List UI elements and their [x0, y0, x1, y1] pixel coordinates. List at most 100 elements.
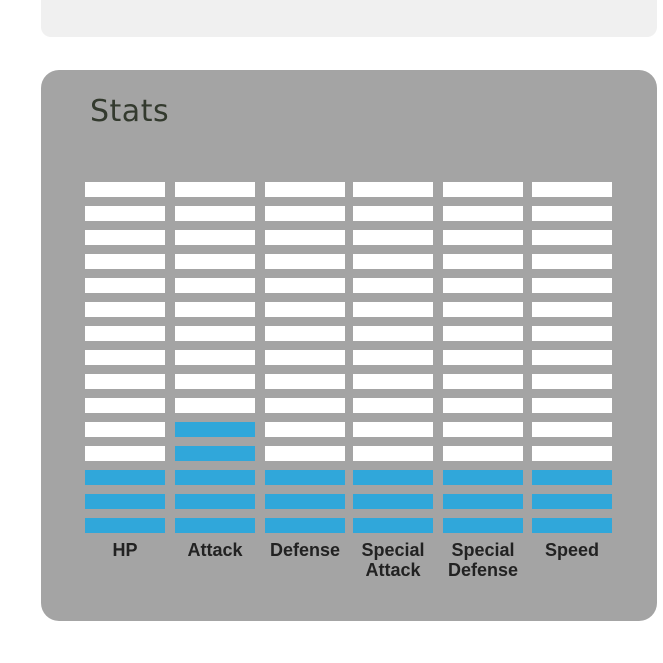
empty-segment — [353, 182, 433, 197]
filled-segment — [175, 470, 255, 485]
empty-segment — [175, 182, 255, 197]
empty-segment — [532, 182, 612, 197]
empty-segment — [175, 374, 255, 389]
filled-segment — [443, 518, 523, 533]
empty-segment — [265, 206, 345, 221]
filled-segment — [443, 494, 523, 509]
stat-bar-attack — [175, 182, 255, 542]
empty-segment — [353, 254, 433, 269]
filled-segment — [532, 518, 612, 533]
empty-segment — [443, 230, 523, 245]
stat-bar-special-attack — [353, 182, 433, 542]
filled-segment — [85, 518, 165, 533]
empty-segment — [443, 446, 523, 461]
empty-segment — [265, 350, 345, 365]
stat-label: Speed — [544, 540, 600, 560]
empty-segment — [85, 422, 165, 437]
empty-segment — [265, 254, 345, 269]
empty-segment — [353, 398, 433, 413]
empty-segment — [265, 398, 345, 413]
empty-segment — [443, 374, 523, 389]
empty-segment — [353, 326, 433, 341]
empty-segment — [532, 326, 612, 341]
empty-segment — [532, 230, 612, 245]
empty-segment — [265, 326, 345, 341]
empty-segment — [85, 182, 165, 197]
empty-segment — [353, 230, 433, 245]
empty-segment — [353, 350, 433, 365]
stat-bar-hp — [85, 182, 165, 542]
empty-segment — [532, 446, 612, 461]
empty-segment — [532, 278, 612, 293]
empty-segment — [265, 230, 345, 245]
empty-segment — [175, 350, 255, 365]
empty-segment — [265, 278, 345, 293]
empty-segment — [85, 374, 165, 389]
empty-segment — [532, 302, 612, 317]
empty-segment — [353, 206, 433, 221]
filled-segment — [265, 494, 345, 509]
empty-segment — [265, 374, 345, 389]
stat-bar-special-defense — [443, 182, 523, 542]
empty-segment — [265, 422, 345, 437]
stat-label: Special Attack — [361, 540, 425, 580]
previous-card — [41, 0, 657, 37]
empty-segment — [175, 206, 255, 221]
empty-segment — [175, 230, 255, 245]
empty-segment — [532, 206, 612, 221]
empty-segment — [353, 446, 433, 461]
empty-segment — [85, 206, 165, 221]
stat-label: Special Defense — [447, 540, 519, 580]
empty-segment — [85, 278, 165, 293]
empty-segment — [85, 302, 165, 317]
empty-segment — [443, 182, 523, 197]
empty-segment — [175, 254, 255, 269]
empty-segment — [353, 278, 433, 293]
stat-label: Attack — [187, 540, 243, 560]
stats-title: Stats — [90, 94, 170, 129]
filled-segment — [353, 518, 433, 533]
filled-segment — [85, 494, 165, 509]
empty-segment — [85, 254, 165, 269]
empty-segment — [532, 374, 612, 389]
empty-segment — [353, 374, 433, 389]
empty-segment — [443, 206, 523, 221]
filled-segment — [175, 518, 255, 533]
filled-segment — [265, 518, 345, 533]
empty-segment — [85, 350, 165, 365]
empty-segment — [175, 326, 255, 341]
empty-segment — [85, 326, 165, 341]
empty-segment — [443, 326, 523, 341]
filled-segment — [85, 470, 165, 485]
empty-segment — [443, 278, 523, 293]
filled-segment — [175, 446, 255, 461]
filled-segment — [265, 470, 345, 485]
empty-segment — [443, 422, 523, 437]
filled-segment — [353, 470, 433, 485]
empty-segment — [353, 422, 433, 437]
stat-bar-defense — [265, 182, 345, 542]
filled-segment — [175, 422, 255, 437]
filled-segment — [175, 494, 255, 509]
stats-card: Stats HP Attack Defense Special Attack Speci… — [41, 70, 657, 621]
empty-segment — [532, 254, 612, 269]
filled-segment — [353, 494, 433, 509]
empty-segment — [85, 398, 165, 413]
empty-segment — [443, 302, 523, 317]
stat-label: HP — [112, 540, 138, 560]
filled-segment — [443, 470, 523, 485]
empty-segment — [265, 182, 345, 197]
filled-segment — [532, 494, 612, 509]
empty-segment — [532, 350, 612, 365]
empty-segment — [265, 302, 345, 317]
stat-label: Defense — [269, 540, 341, 560]
empty-segment — [353, 302, 433, 317]
empty-segment — [532, 398, 612, 413]
empty-segment — [175, 278, 255, 293]
filled-segment — [532, 470, 612, 485]
empty-segment — [443, 350, 523, 365]
empty-segment — [85, 446, 165, 461]
stat-bar-speed — [532, 182, 612, 542]
empty-segment — [85, 230, 165, 245]
empty-segment — [175, 398, 255, 413]
